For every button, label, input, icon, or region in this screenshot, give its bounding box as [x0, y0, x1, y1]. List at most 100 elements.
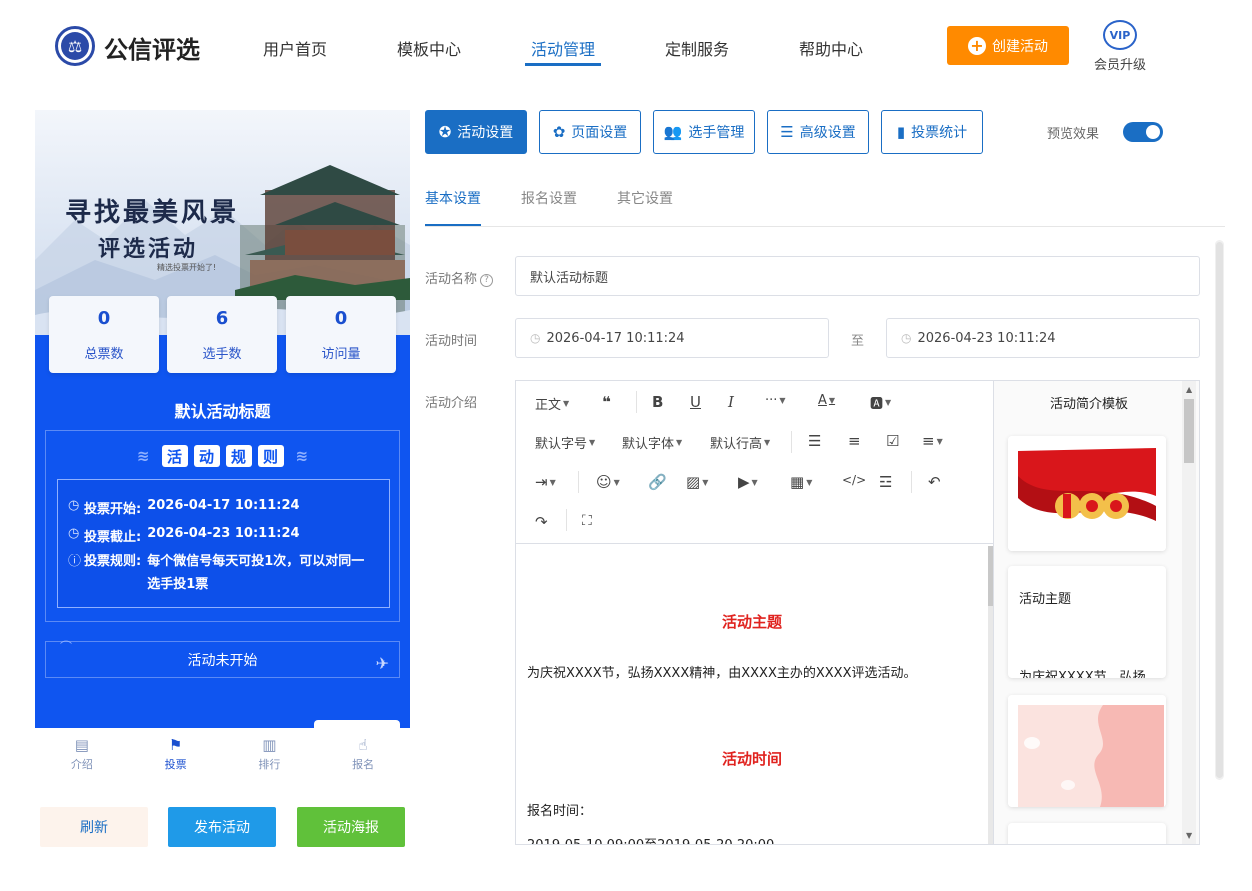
- content-paragraph: 报名时间：: [527, 804, 593, 819]
- bar-chart-icon: ▥: [262, 736, 277, 754]
- bullet-list-icon[interactable]: ☰: [808, 432, 821, 450]
- line-height-label: 默认行高: [710, 437, 763, 452]
- emoji-icon[interactable]: ☺ ▼: [596, 473, 620, 491]
- logo-icon[interactable]: ⚖: [55, 26, 95, 66]
- vip-upgrade-link[interactable]: 会员升级: [1094, 54, 1146, 73]
- line-height-select[interactable]: 默认行高 ▼: [710, 433, 770, 452]
- tab-contestant-management[interactable]: 👥 选手管理: [653, 110, 755, 154]
- indent-icon[interactable]: ⇥ ▼: [535, 473, 556, 491]
- stats-icon: ▮: [896, 123, 906, 141]
- stat-total-votes: 0 总票数: [49, 296, 159, 373]
- logo-text[interactable]: 公信评选: [104, 30, 200, 65]
- paragraph-select-label: 正文: [535, 398, 562, 413]
- rules-list: ◷ 投票开始: 2026-04-17 10:11:24 ◷ 投票截止: 2026…: [57, 479, 390, 608]
- bottom-nav-label: 排行: [258, 758, 281, 771]
- nav-templates[interactable]: 模板中心: [397, 36, 461, 60]
- preview-toggle[interactable]: [1123, 122, 1163, 142]
- bottom-nav-signup[interactable]: ☝ 报名: [316, 728, 410, 778]
- more-format-icon[interactable]: ··· ▼: [765, 393, 786, 408]
- plus-icon: +: [968, 36, 986, 55]
- nav-activity-management[interactable]: 活动管理: [531, 36, 595, 60]
- editor-content[interactable]: 活动主题 为庆祝XXXX节，弘扬XXXX精神，由XXXX主办的XXXX评选活动。…: [516, 543, 993, 844]
- rule-start: ◷ 投票开始: 2026-04-17 10:11:24: [68, 498, 300, 517]
- end-time-input[interactable]: ◷ 2026-04-23 10:11:24: [886, 318, 1200, 358]
- editor-scrollbar-thumb[interactable]: [988, 546, 993, 606]
- tab-label: 选手管理: [688, 125, 745, 141]
- bold-icon[interactable]: B: [652, 393, 663, 411]
- todo-list-icon[interactable]: ☑: [886, 432, 899, 450]
- paragraph-select[interactable]: 正文 ▼: [535, 394, 569, 413]
- font-family-label: 默认字体: [622, 437, 675, 452]
- tab-activity-settings[interactable]: ✪ 活动设置: [425, 110, 527, 154]
- tab-advanced-settings[interactable]: ☰ 高级设置: [767, 110, 869, 154]
- font-color-icon[interactable]: A ▼: [818, 393, 835, 408]
- start-time-input[interactable]: ◷ 2026-04-17 10:11:24: [515, 318, 829, 358]
- caret-down-icon: ▼: [549, 477, 556, 487]
- nav-custom-service[interactable]: 定制服务: [665, 36, 729, 60]
- italic-icon[interactable]: I: [728, 393, 734, 411]
- fullscreen-icon[interactable]: ⛶: [582, 513, 592, 529]
- background-color-icon[interactable]: 🅰 ▼: [870, 393, 891, 412]
- clock-icon: ◷: [68, 526, 80, 541]
- numbered-list-icon[interactable]: ≡: [848, 432, 861, 450]
- activity-status: ⌒ 活动未开始 ✈: [45, 640, 400, 678]
- caret-down-icon: ▼: [563, 399, 570, 408]
- rule-value: 2026-04-17 10:11:24: [147, 498, 300, 513]
- activity-name-label-text: 活动名称: [425, 272, 478, 287]
- flag-icon: ⚑: [168, 736, 183, 754]
- template-card[interactable]: [1008, 436, 1166, 551]
- rule-label: 投票开始:: [84, 502, 142, 517]
- users-icon: 👥: [663, 123, 683, 141]
- bottom-nav-intro[interactable]: ▤ 介绍: [35, 728, 129, 778]
- scroll-up-icon[interactable]: ▲: [1186, 385, 1192, 394]
- template-scrollbar-thumb[interactable]: [1184, 399, 1194, 463]
- video-icon[interactable]: ▶ ▼: [738, 473, 758, 491]
- font-size-select[interactable]: 默认字号 ▼: [535, 433, 595, 452]
- code-icon[interactable]: </>: [842, 473, 866, 487]
- toolbar-separator: [911, 471, 912, 493]
- gear-icon: ✿: [552, 123, 566, 141]
- rules-section: ≋ 活 动 规 则 ≋ ◷ 投票开始: 2026-04-17 10:11:24 …: [45, 430, 400, 622]
- divider-icon[interactable]: ☲: [879, 473, 892, 491]
- phone-preview: 寻找最美风景 评选活动 精选投票开始了! 0 总票数 6 选手数 0 访问量 默…: [35, 110, 410, 728]
- nav-help-center[interactable]: 帮助中心: [799, 36, 863, 60]
- caret-down-icon: ▼: [613, 477, 620, 487]
- subtab-signup[interactable]: 报名设置: [521, 188, 577, 208]
- bottom-nav-vote[interactable]: ⚑ 投票: [129, 728, 223, 778]
- rules-heading-char: 规: [225, 445, 252, 467]
- nav-home[interactable]: 用户首页: [263, 36, 327, 60]
- quote-icon[interactable]: ❝: [602, 393, 611, 411]
- template-card[interactable]: 活动主题 为庆祝XXXX节，弘扬: [1008, 566, 1166, 678]
- undo-icon[interactable]: ↶: [928, 473, 941, 491]
- subtab-basic[interactable]: 基本设置: [425, 188, 481, 208]
- caret-down-icon: ▼: [828, 396, 836, 405]
- preview-bottom-nav: ▤ 介绍 ⚑ 投票 ▥ 排行 ☝ 报名: [35, 728, 410, 778]
- banner-subtitle: 精选投票开始了!: [157, 263, 217, 272]
- align-icon[interactable]: ≡ ▼: [922, 432, 943, 450]
- tab-page-settings[interactable]: ✿ 页面设置: [539, 110, 641, 154]
- bottom-nav-rank[interactable]: ▥ 排行: [223, 728, 317, 778]
- rules-heading-char: 则: [257, 445, 284, 467]
- poster-button[interactable]: 活动海报: [297, 807, 405, 847]
- underline-icon[interactable]: U: [690, 393, 701, 411]
- publish-button[interactable]: 发布活动: [168, 807, 276, 847]
- stat-visits: 0 访问量: [286, 296, 396, 373]
- font-family-select[interactable]: 默认字体 ▼: [622, 433, 682, 452]
- refresh-button[interactable]: 刷新: [40, 807, 148, 847]
- template-card[interactable]: [1008, 695, 1166, 807]
- create-activity-button[interactable]: + 创建活动: [947, 26, 1069, 65]
- list-gear-icon: ☰: [780, 123, 794, 141]
- link-icon[interactable]: 🔗: [648, 473, 667, 491]
- vip-icon[interactable]: VIP: [1103, 20, 1137, 50]
- scroll-down-icon[interactable]: ▼: [1186, 831, 1192, 840]
- redo-icon[interactable]: ↷: [535, 513, 548, 531]
- tab-vote-stats[interactable]: ▮ 投票统计: [881, 110, 983, 154]
- subtab-other[interactable]: 其它设置: [617, 188, 673, 208]
- help-icon[interactable]: ?: [480, 273, 494, 287]
- activity-name-input[interactable]: 默认活动标题: [515, 256, 1200, 296]
- template-card[interactable]: [1008, 823, 1166, 844]
- table-icon[interactable]: ▦ ▼: [790, 473, 812, 491]
- form-scrollbar-thumb[interactable]: [1216, 242, 1223, 778]
- image-icon[interactable]: ▨ ▼: [686, 473, 708, 491]
- caret-down-icon: ▼: [806, 477, 813, 487]
